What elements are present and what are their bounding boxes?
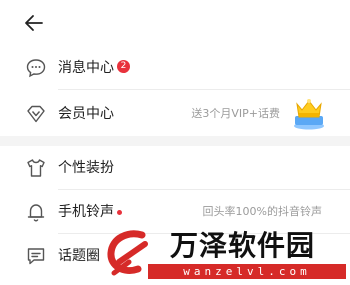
menu-item-label: 会员中心 (58, 106, 114, 122)
ringtone-subtitle: 回头率100%的抖音铃声 (202, 205, 322, 218)
unread-badge: 2 (117, 60, 130, 73)
watermark-url: wanzelvl.com (148, 264, 346, 279)
menu-item-label: 手机铃声 (58, 204, 114, 220)
vip-promo-text: 送3个月VIP+话费 (191, 107, 280, 120)
menu-item-label: 话题圈 (58, 248, 100, 264)
menu-item-label: 个性装扮 (58, 160, 114, 176)
menu-item-label: 消息中心 (58, 60, 114, 76)
tshirt-icon (27, 159, 45, 177)
vip-gift-icon[interactable] (292, 95, 326, 131)
section-gap (0, 136, 350, 146)
chat-bubble-icon (26, 59, 46, 78)
menu-item-messages[interactable]: 消息中心 2 (0, 46, 350, 90)
watermark: 万泽软件园 wanzelvl.com (100, 226, 350, 285)
watermark-title: 万泽软件园 (170, 229, 316, 262)
arrow-left-icon[interactable] (22, 11, 46, 35)
divider (58, 89, 350, 90)
menu-item-decorate[interactable]: 个性装扮 (0, 146, 350, 190)
watermark-logo (107, 230, 148, 276)
top-bar (0, 0, 350, 46)
bell-icon (27, 204, 45, 222)
new-dot (117, 210, 122, 215)
message-square-icon (27, 248, 45, 265)
diamond-icon (27, 105, 45, 123)
